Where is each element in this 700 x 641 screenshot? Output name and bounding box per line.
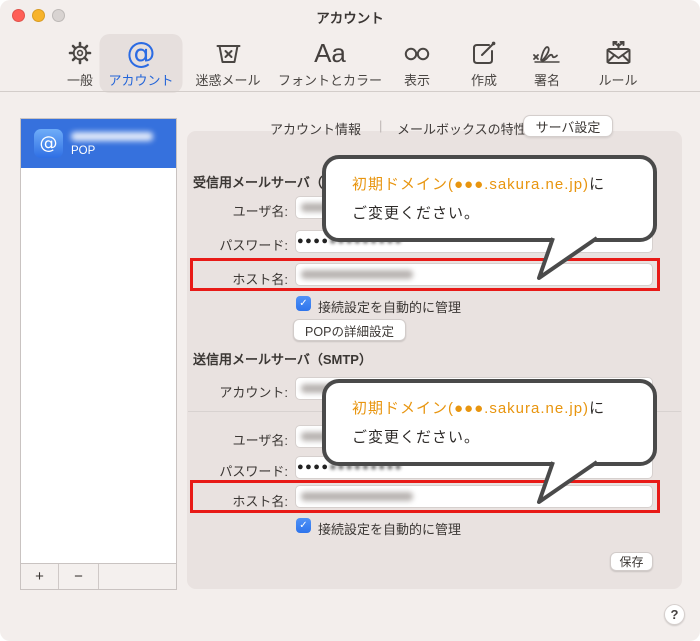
rules-envelope-icon — [603, 37, 633, 69]
callout-text: 初期ドメイン(●●●.sakura.ne.jp)に ご変更ください。 — [352, 170, 605, 228]
callout-text: 初期ドメイン(●●●.sakura.ne.jp)に ご変更ください。 — [352, 394, 605, 452]
callout-bubble-incoming: 初期ドメイン(●●●.sakura.ne.jp)に ご変更ください。 — [322, 155, 657, 242]
at-icon: @ — [126, 37, 155, 69]
remove-account-button[interactable]: − — [59, 564, 99, 589]
outgoing-username-label: ユーザ名: — [178, 430, 288, 449]
incoming-auto-manage-label: 接続設定を自動的に管理 — [318, 297, 461, 316]
pop-advanced-settings-button[interactable]: POPの詳細設定 — [293, 319, 406, 341]
incoming-password-label: パスワード: — [178, 235, 288, 254]
outgoing-server-heading: 送信用メールサーバ（SMTP） — [193, 349, 372, 368]
toolbar-divider — [0, 91, 700, 92]
compose-icon — [470, 37, 498, 69]
toolbar-label-composing: 作成 — [471, 70, 497, 89]
toolbar-item-general[interactable]: 一般 — [57, 34, 103, 93]
junk-trash-icon — [214, 37, 242, 69]
accounts-toolbar-filler — [99, 564, 176, 589]
toolbar-item-viewing[interactable]: 表示 — [393, 34, 441, 93]
add-account-button[interactable]: + — [21, 564, 59, 589]
toolbar-item-accounts[interactable]: @ アカウント — [99, 34, 182, 93]
fonts-icon: Aa — [314, 37, 346, 69]
toolbar-item-signatures[interactable]: 署名 — [522, 34, 572, 93]
toolbar-item-junk[interactable]: 迷惑メール — [186, 34, 269, 93]
help-button[interactable]: ? — [664, 604, 685, 625]
tab-mailbox-behaviors[interactable]: メールボックスの特性 — [397, 119, 527, 138]
signature-icon — [531, 37, 563, 69]
toolbar-item-fonts-colors[interactable]: Aa フォントとカラー — [269, 34, 391, 93]
toolbar-label-fonts-colors: フォントとカラー — [278, 70, 382, 89]
window-title: アカウント — [0, 7, 700, 27]
callout-bubble-outgoing: 初期ドメイン(●●●.sakura.ne.jp)に ご変更ください。 — [322, 379, 657, 466]
toolbar-label-signatures: 署名 — [534, 70, 560, 89]
incoming-username-label: ユーザ名: — [178, 201, 288, 220]
outgoing-auto-manage-checkbox[interactable] — [296, 518, 311, 533]
outgoing-auto-manage-label: 接続設定を自動的に管理 — [318, 519, 461, 538]
toolbar-item-composing[interactable]: 作成 — [461, 34, 507, 93]
save-button[interactable]: 保存 — [610, 552, 653, 571]
accounts-list-toolbar: + − — [21, 563, 176, 589]
callout-tail-outgoing — [525, 458, 605, 508]
toolbar-label-rules: ルール — [598, 70, 637, 89]
toolbar-label-accounts: アカウント — [108, 70, 173, 89]
tab-separator: | — [379, 118, 382, 133]
toolbar-label-viewing: 表示 — [404, 70, 430, 89]
glasses-icon — [402, 37, 432, 69]
account-list-item-selected[interactable]: @ POP — [21, 119, 176, 168]
mail-preferences-window: アカウント 一般 @ アカウント 迷惑メール — [0, 0, 700, 641]
outgoing-account-label: アカウント: — [178, 382, 288, 401]
incoming-auto-manage-checkbox[interactable] — [296, 296, 311, 311]
account-protocol-label: POP — [71, 145, 95, 157]
tab-server-settings[interactable]: サーバ設定 — [523, 115, 613, 137]
gear-icon — [66, 37, 94, 69]
account-at-icon: @ — [34, 129, 63, 158]
account-name-redacted — [71, 132, 153, 141]
toolbar-label-junk: 迷惑メール — [195, 70, 260, 89]
callout-tail-incoming — [525, 234, 605, 284]
toolbar-item-rules[interactable]: ルール — [589, 34, 646, 93]
outgoing-password-label: パスワード: — [178, 461, 288, 480]
tab-account-info[interactable]: アカウント情報 — [270, 119, 361, 138]
toolbar-label-general: 一般 — [67, 70, 93, 89]
accounts-list: @ POP + − — [20, 118, 177, 590]
